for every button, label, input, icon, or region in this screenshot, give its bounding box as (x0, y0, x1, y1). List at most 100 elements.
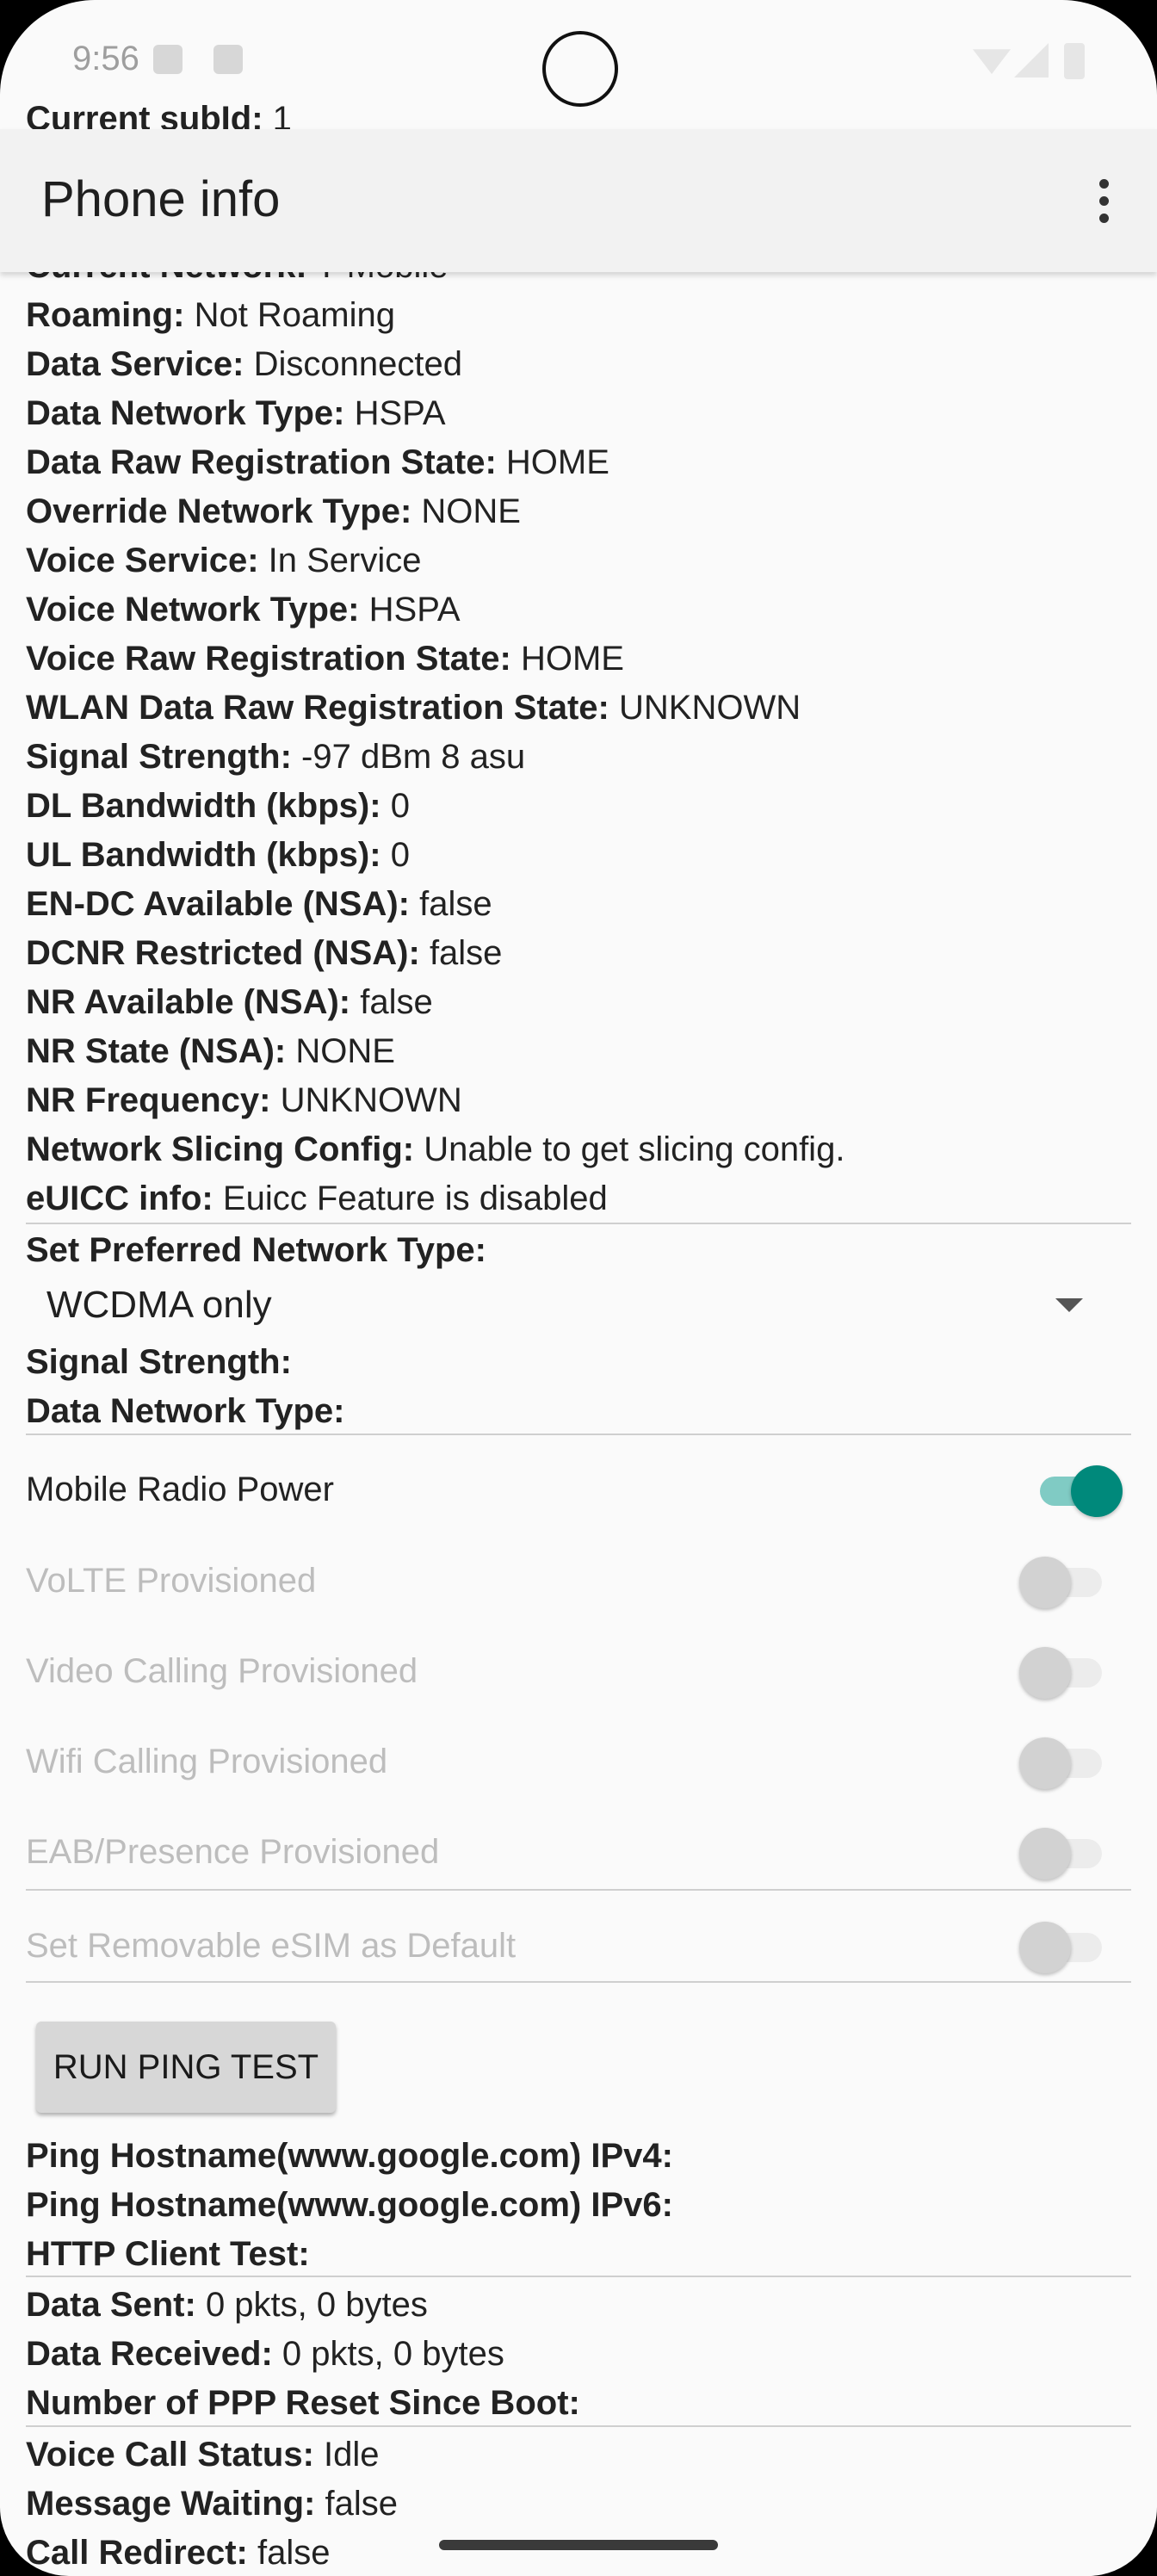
info-row: Data Network Type: HSPA (26, 389, 446, 437)
info-row: Data Raw Registration State: HOME (26, 438, 609, 486)
row-value: NONE (295, 1032, 395, 1070)
toggle-switch-thumb (1019, 1737, 1071, 1789)
divider (26, 2425, 1131, 2427)
toggle-switch-thumb (1019, 1647, 1071, 1699)
info-row: Voice Service: In Service (26, 536, 422, 585)
divider (26, 2276, 1131, 2277)
switch-row: Set Removable eSIM as Default (0, 1906, 1157, 1989)
row-key: Call Redirect: (26, 2534, 248, 2572)
ping-ipv4-row: Ping Hostname(www.google.com) IPv4: (26, 2132, 673, 2180)
row-key: Number of PPP Reset Since Boot: (26, 2384, 580, 2422)
info-row: Voice Call Status: Idle (26, 2430, 380, 2479)
row-key: NR State (NSA): (26, 1032, 287, 1070)
row-key: UL Bandwidth (kbps): (26, 836, 381, 874)
switch-row: Wifi Calling Provisioned (0, 1722, 1157, 1805)
gesture-navigation-bar[interactable] (439, 2540, 718, 2550)
info-row: Data Service: Disconnected (26, 340, 462, 388)
row-value: In Service (268, 542, 422, 579)
divider (26, 1223, 1131, 1224)
info-row: Data Sent: 0 pkts, 0 bytes (26, 2281, 428, 2329)
row-key: Voice Service: (26, 542, 259, 579)
switch-label: EAB/Presence Provisioned (26, 1833, 440, 1871)
row-value: false (419, 885, 492, 923)
row-key: Network Slicing Config: (26, 1130, 415, 1168)
row-value: 0 pkts, 0 bytes (282, 2335, 504, 2373)
info-row: DCNR Restricted (NSA): false (26, 929, 502, 977)
switch-label: Video Calling Provisioned (26, 1652, 418, 1690)
app-bar: Phone info (0, 129, 1157, 272)
row-value: false (429, 934, 503, 972)
toggle-switch-thumb (1019, 1922, 1071, 1973)
toggle-switch-thumb (1019, 1557, 1071, 1608)
toggle-switch-thumb (1019, 1828, 1071, 1879)
row-value: -97 dBm 8 asu (301, 738, 526, 776)
divider (26, 1434, 1131, 1435)
info-row: Signal Strength: -97 dBm 8 asu (26, 733, 525, 781)
info-row: Roaming: Not Roaming (26, 291, 395, 339)
row-value: false (325, 2485, 398, 2523)
preferred-network-label-text: Set Preferred Network Type: (26, 1231, 486, 1269)
row-key: DL Bandwidth (kbps): (26, 787, 381, 825)
row-value: 0 (390, 787, 410, 825)
toggle-switch-thumb[interactable] (1071, 1465, 1123, 1517)
signal-strength-row: Signal Strength: (26, 1338, 292, 1386)
row-value: 0 (390, 836, 410, 874)
info-row: Voice Raw Registration State: HOME (26, 635, 624, 683)
switch-label: Wifi Calling Provisioned (26, 1743, 388, 1780)
switch-row: Video Calling Provisioned (0, 1632, 1157, 1714)
spinner-selected-value[interactable]: WCDMA only (46, 1279, 272, 1331)
switch-label: VoLTE Provisioned (26, 1562, 317, 1600)
phone-screen: 9:56 Current subId: 1 Current Network: T… (0, 0, 1157, 2576)
info-row: NR Available (NSA): false (26, 978, 433, 1026)
row-key: Data Service: (26, 345, 244, 383)
info-row: UL Bandwidth (kbps): 0 (26, 831, 410, 879)
data-network-type-row: Data Network Type: (26, 1387, 344, 1435)
switch-row: VoLTE Provisioned (0, 1541, 1157, 1624)
row-value: false (257, 2534, 331, 2572)
row-value: UNKNOWN (280, 1081, 462, 1119)
row-key: HTTP Client Test: (26, 2235, 310, 2273)
row-key: Voice Call Status: (26, 2436, 314, 2474)
battery-icon (1064, 43, 1085, 79)
row-key: eUICC info: (26, 1180, 213, 1217)
row-key: Override Network Type: (26, 492, 412, 530)
row-value: HSPA (354, 394, 446, 432)
camera-cutout (542, 31, 618, 107)
row-key: Message Waiting: (26, 2485, 316, 2523)
wifi-icon (973, 49, 1011, 74)
switch-row[interactable]: Mobile Radio Power (0, 1450, 1157, 1533)
cell-signal-icon (1014, 43, 1049, 77)
divider (26, 1981, 1131, 1983)
row-value: Euicc Feature is disabled (222, 1180, 608, 1217)
row-key: DCNR Restricted (NSA): (26, 934, 420, 972)
row-key: Ping Hostname(www.google.com) IPv6: (26, 2186, 673, 2224)
row-key: Signal Strength: (26, 1343, 292, 1381)
info-row: Override Network Type: NONE (26, 487, 521, 536)
row-key: Data Network Type: (26, 1392, 345, 1430)
row-value: HSPA (368, 591, 461, 629)
dropdown-arrow-icon[interactable] (1055, 1298, 1083, 1312)
info-scroll-content[interactable]: Current subId: 1 Current Network: T-Mobi… (0, 0, 1157, 2576)
ping-ipv6-row: Ping Hostname(www.google.com) IPv6: (26, 2181, 673, 2229)
status-time: 9:56 (72, 40, 139, 77)
info-row: Network Slicing Config: Unable to get sl… (26, 1125, 845, 1173)
row-key: Roaming: (26, 296, 185, 334)
notification-icon (213, 45, 243, 74)
row-key: Voice Raw Registration State: (26, 640, 511, 678)
switch-row: EAB/Presence Provisioned (0, 1812, 1157, 1895)
switch-label: Mobile Radio Power (26, 1471, 334, 1508)
row-key: Signal Strength: (26, 738, 292, 776)
row-key: EN-DC Available (NSA): (26, 885, 410, 923)
more-vert-icon[interactable] (1073, 164, 1135, 238)
info-row: Message Waiting: false (26, 2480, 398, 2528)
info-row: Number of PPP Reset Since Boot: (26, 2379, 580, 2427)
switch-label: Set Removable eSIM as Default (26, 1927, 517, 1965)
info-row: WLAN Data Raw Registration State: UNKNOW… (26, 684, 801, 732)
run-ping-test-button[interactable]: RUN PING TEST (36, 2022, 336, 2113)
row-value: Idle (324, 2436, 380, 2474)
status-bar: 9:56 (0, 0, 1157, 129)
row-value: Unable to get slicing config. (424, 1130, 845, 1168)
info-row: Call Redirect: false (26, 2529, 330, 2576)
row-key: Data Raw Registration State: (26, 443, 497, 481)
info-row: Data Received: 0 pkts, 0 bytes (26, 2330, 504, 2378)
